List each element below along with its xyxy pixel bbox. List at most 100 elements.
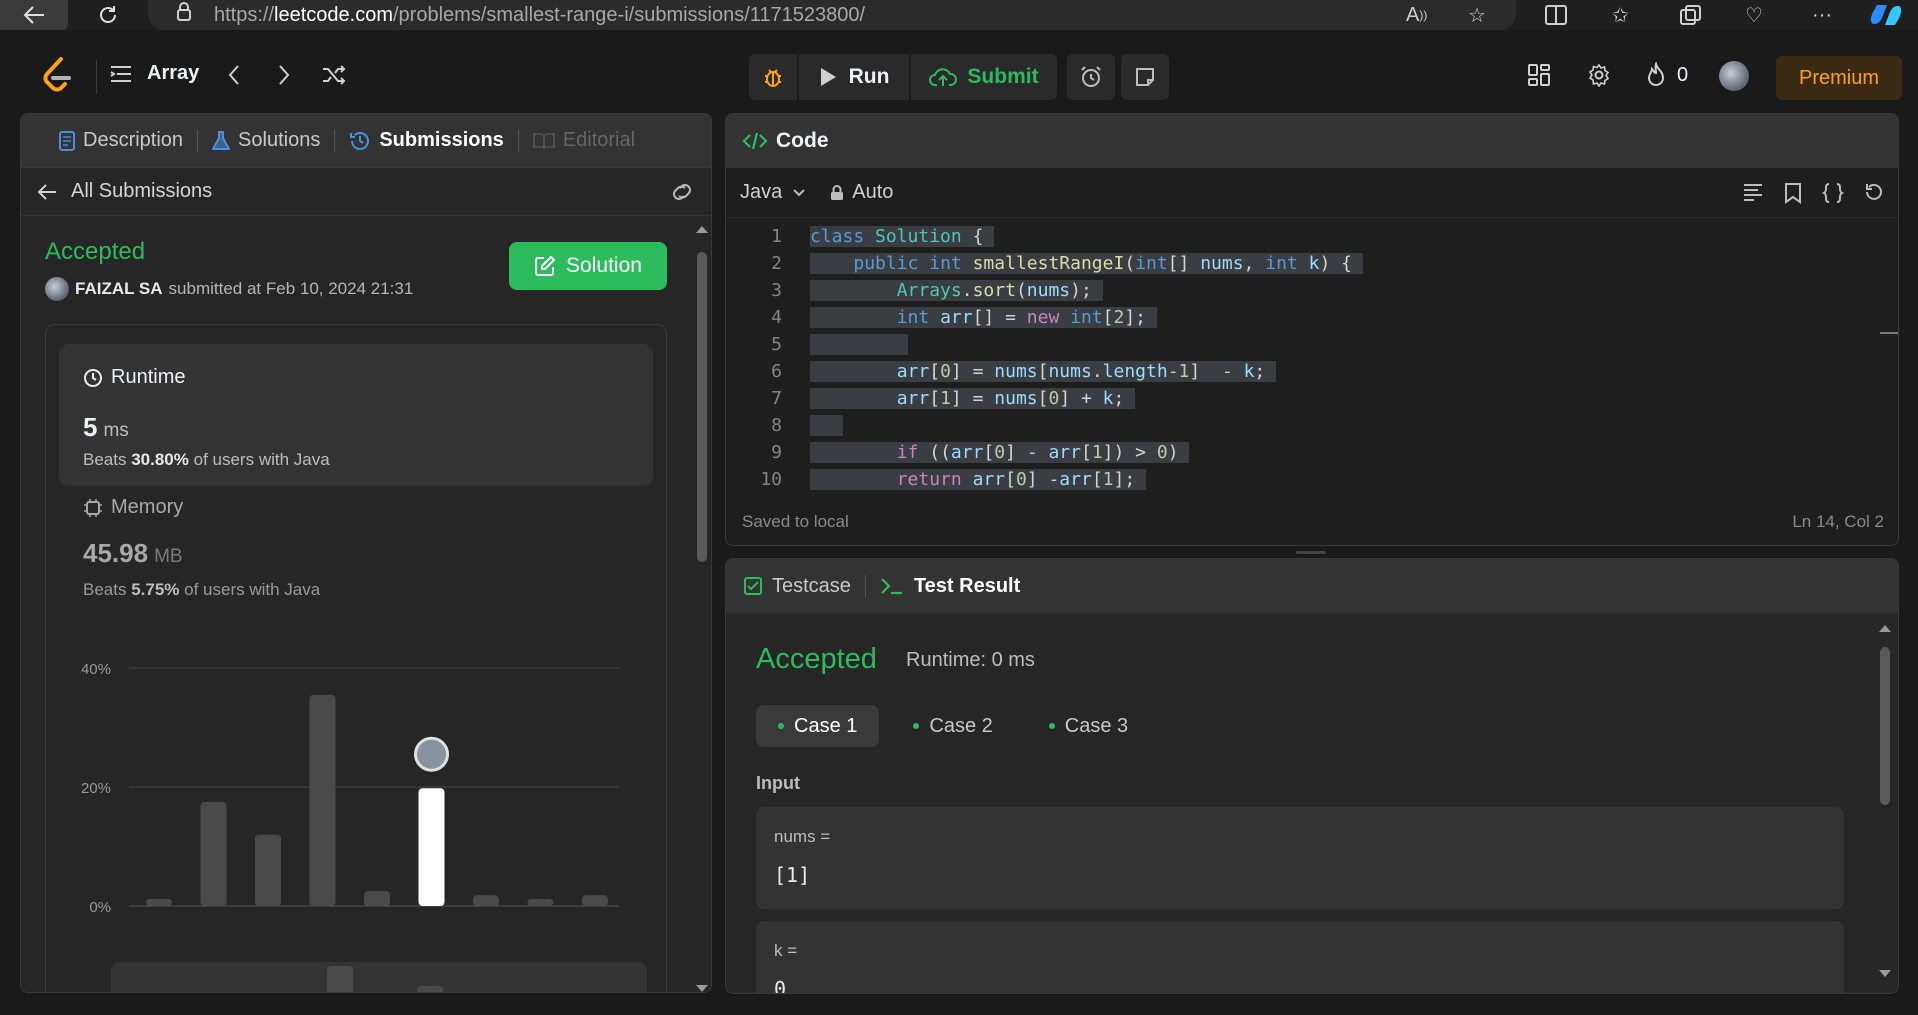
auto-mode-toggle[interactable]: Auto — [830, 181, 893, 204]
scroll-marker — [1880, 332, 1898, 334]
tab-submissions[interactable]: Submissions — [335, 129, 517, 152]
submission-detail-panel: Description Solutions Submissions Editor… — [20, 113, 712, 993]
scroll-up-icon[interactable] — [695, 224, 709, 234]
browser-refresh-button[interactable] — [80, 0, 136, 30]
notes-button[interactable] — [1121, 54, 1169, 100]
preview-bar — [327, 966, 353, 992]
line-number: 4 — [771, 307, 782, 328]
code-icon — [742, 132, 768, 150]
all-submissions-link[interactable]: All Submissions — [21, 168, 711, 216]
timer-button[interactable] — [1067, 54, 1115, 100]
chart-bar[interactable] — [364, 891, 390, 906]
preview-bar — [417, 986, 443, 992]
case-tab-2[interactable]: Case 2 — [891, 705, 1014, 747]
line-number: 10 — [760, 469, 782, 490]
bug-icon — [765, 69, 781, 87]
line-number: 1 — [771, 226, 782, 247]
panel-resize-handle[interactable] — [1296, 551, 1326, 554]
memory-label-row: Memory — [83, 496, 183, 519]
tab-editorial-label: Editorial — [562, 129, 636, 151]
runtime-value-row: 5 ms — [83, 412, 129, 443]
chart-bar[interactable] — [527, 898, 554, 906]
line-number: 9 — [771, 442, 782, 463]
chart-bar[interactable] — [200, 801, 227, 906]
case-label: Case 2 — [929, 714, 993, 737]
browser-essentials-icon[interactable]: ♡ — [1745, 0, 1763, 30]
reset-icon[interactable] — [1864, 182, 1884, 202]
chart-bar[interactable] — [473, 895, 499, 906]
code-editor[interactable]: 1 class Solution { 2 public int smallestR… — [726, 219, 1876, 491]
tab-editorial[interactable]: Editorial — [519, 129, 649, 152]
cursor-position: Ln 14, Col 2 — [1792, 512, 1884, 531]
prev-problem-button[interactable] — [227, 64, 241, 86]
case-tab-1[interactable]: Case 1 — [756, 705, 880, 747]
user-avatar-marker — [414, 736, 449, 772]
line-number: 3 — [771, 280, 782, 301]
tab-description[interactable]: Description — [39, 129, 197, 152]
input-value: [1] — [774, 863, 811, 887]
chart-bar[interactable] — [582, 895, 608, 906]
copilot-icon[interactable] — [1868, 0, 1904, 30]
url-host: leetcode.com — [274, 3, 393, 26]
language-select[interactable]: Java — [740, 181, 806, 204]
bookmark-icon[interactable] — [1784, 182, 1802, 204]
problem-list-button[interactable]: Array — [109, 62, 199, 85]
favorites-icon[interactable]: ✩ — [1612, 0, 1629, 30]
input-k[interactable]: k = 0 — [756, 921, 1844, 993]
favorite-star-icon[interactable]: ☆ — [1468, 0, 1486, 30]
left-scroll-thumb[interactable] — [697, 252, 707, 562]
history-icon — [350, 131, 370, 150]
collections-icon[interactable] — [1680, 0, 1702, 30]
braces-icon[interactable] — [1822, 182, 1844, 204]
memory-card[interactable]: Memory 45.98 MB Beats 5.75% of users with… — [59, 494, 653, 614]
leetcode-logo-icon[interactable] — [41, 57, 75, 95]
scroll-down-icon[interactable] — [695, 984, 709, 993]
submitter-name[interactable]: FAIZAL SA — [75, 279, 163, 299]
case-tab-3[interactable]: Case 3 — [1027, 705, 1150, 747]
code-footer: Saved to local Ln 14, Col 2 — [726, 498, 1898, 545]
random-problem-button[interactable] — [321, 64, 347, 86]
tab-testcase-label: Testcase — [772, 574, 851, 597]
scroll-down-icon[interactable] — [1878, 969, 1892, 979]
code-minimap-scrollbar[interactable] — [1876, 219, 1898, 491]
memory-value-row: 45.98 MB — [83, 538, 183, 569]
chart-bar-highlight[interactable] — [418, 788, 445, 906]
document-icon — [59, 130, 75, 151]
more-menu-icon[interactable]: ··· — [1812, 0, 1832, 30]
split-screen-icon[interactable] — [1545, 0, 1567, 30]
settings-button[interactable] — [1587, 63, 1611, 87]
auto-mode-label: Auto — [852, 181, 894, 203]
link-icon[interactable] — [669, 183, 695, 201]
address-bar[interactable]: https://leetcode.com/problems/smallest-r… — [148, 0, 1516, 30]
runtime-beats: Beats 30.80% of users with Java — [83, 450, 330, 470]
checkbox-icon — [744, 577, 762, 595]
format-lines-icon[interactable] — [1742, 182, 1764, 202]
post-solution-button[interactable]: Solution — [509, 242, 667, 290]
browser-back-button[interactable] — [0, 0, 68, 30]
premium-button[interactable]: Premium — [1776, 56, 1902, 100]
code-line: 9 if ((arr[0] - arr[1]) > 0) — [726, 439, 1876, 466]
layout-button[interactable] — [1527, 63, 1551, 87]
chart-bar[interactable] — [146, 898, 172, 906]
debug-button[interactable] — [749, 54, 797, 100]
code-line: 4 int arr[] = new int[2]; — [726, 304, 1876, 331]
chart-bar[interactable] — [255, 834, 281, 906]
input-nums[interactable]: nums = [1] — [756, 807, 1844, 909]
submit-button[interactable]: Submit — [911, 54, 1057, 100]
memory-beats-prefix: Beats — [83, 580, 127, 599]
tab-solutions[interactable]: Solutions — [198, 129, 334, 152]
chart-bar[interactable] — [309, 694, 336, 906]
test-scroll-thumb[interactable] — [1880, 647, 1890, 805]
scroll-up-icon[interactable] — [1878, 623, 1892, 633]
run-button[interactable]: Run — [799, 54, 909, 100]
tab-testcase[interactable]: Testcase — [744, 575, 851, 598]
y-tick-label: 0% — [89, 899, 111, 914]
runtime-card[interactable]: Runtime 5 ms Beats 30.80% of users with J… — [59, 344, 653, 486]
streak-counter[interactable]: 0 — [1645, 62, 1688, 88]
read-aloud-icon[interactable]: A)) — [1406, 0, 1427, 30]
user-avatar-button[interactable] — [1719, 61, 1749, 91]
next-problem-button[interactable] — [277, 64, 291, 86]
runtime-distribution-chart[interactable]: 40%20%0%2ms4ms6ms8ms — [59, 654, 659, 914]
code-title: Code — [776, 129, 829, 152]
tab-test-result[interactable]: Test Result — [880, 575, 1020, 598]
